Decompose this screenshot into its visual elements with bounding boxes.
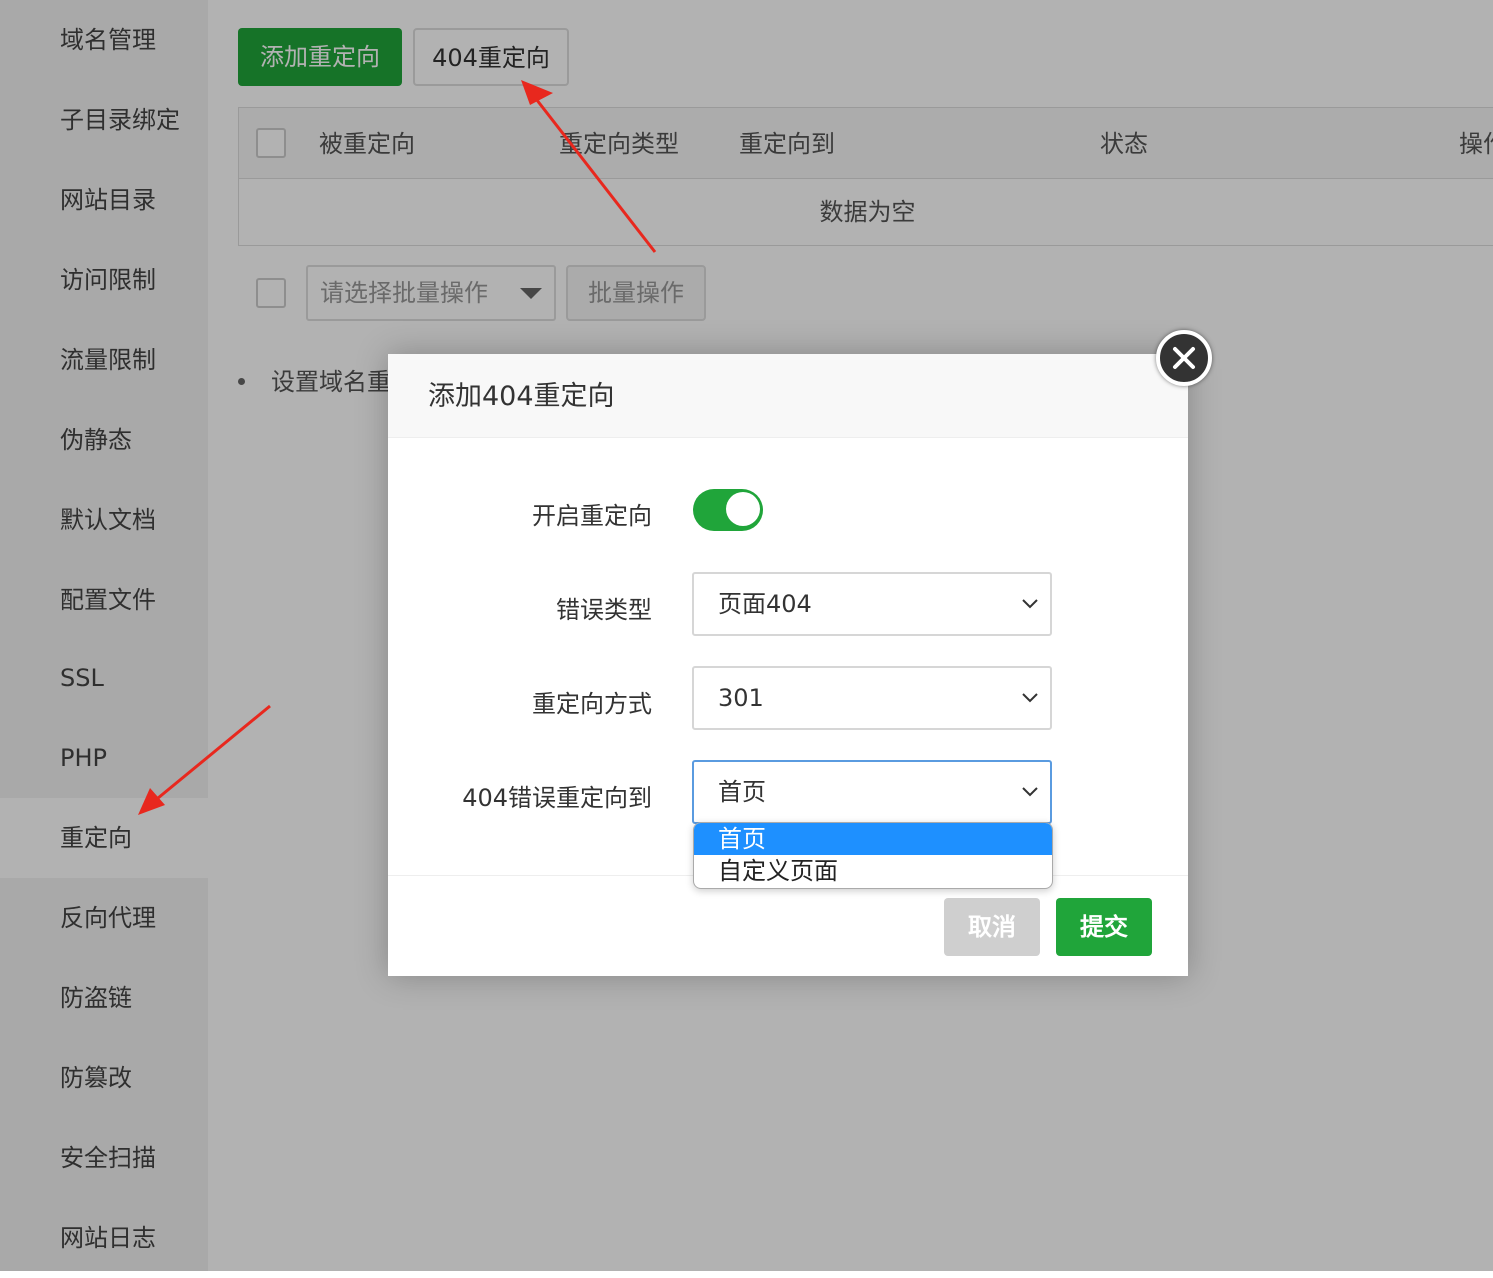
redirect-target-value: 首页 [718, 778, 766, 806]
chevron-down-icon [1022, 693, 1038, 703]
option-homepage[interactable]: 首页 [694, 823, 1052, 855]
enable-redirect-label: 开启重定向 [532, 502, 652, 530]
dialog-footer: 取消 提交 [388, 875, 1188, 976]
submit-button[interactable]: 提交 [1056, 898, 1152, 956]
chevron-down-icon [1022, 599, 1038, 609]
dialog-header: 添加404重定向 [388, 354, 1188, 438]
close-icon [1173, 347, 1195, 369]
enable-redirect-toggle[interactable] [693, 489, 763, 531]
add-404-redirect-dialog: 添加404重定向 开启重定向 错误类型 页面404 重定向方式 301 404错… [388, 354, 1188, 976]
error-type-value: 页面404 [718, 590, 812, 618]
redirect-method-value: 301 [718, 684, 764, 712]
redirect-target-label: 404错误重定向到 [462, 784, 652, 812]
cancel-button[interactable]: 取消 [944, 898, 1040, 956]
toggle-knob [726, 492, 760, 526]
close-dialog-button[interactable] [1156, 330, 1212, 386]
chevron-down-icon [1022, 787, 1038, 797]
redirect-method-select[interactable]: 301 [692, 666, 1052, 730]
error-type-label: 错误类型 [556, 596, 652, 624]
option-custom-page[interactable]: 自定义页面 [694, 855, 1052, 887]
redirect-target-options: 首页 自定义页面 [693, 822, 1053, 889]
redirect-method-label: 重定向方式 [532, 690, 652, 718]
dialog-title: 添加404重定向 [428, 381, 615, 412]
error-type-select[interactable]: 页面404 [692, 572, 1052, 636]
redirect-target-select[interactable]: 首页 [692, 760, 1052, 824]
